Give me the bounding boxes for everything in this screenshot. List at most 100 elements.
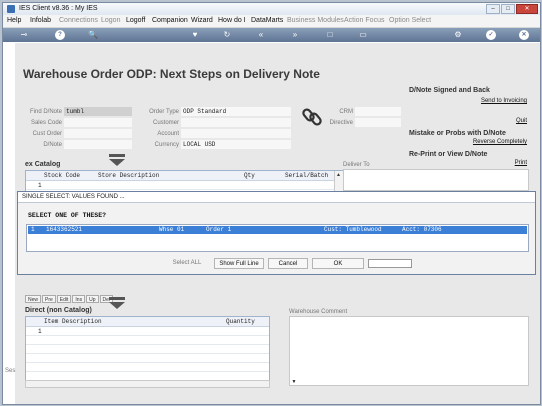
warehouse-comment-field[interactable] xyxy=(289,316,529,386)
table-row[interactable] xyxy=(26,345,269,354)
menu-infolab[interactable]: Infolab xyxy=(30,17,51,24)
col-serial-batch: Serial/Batch xyxy=(285,172,329,179)
key-icon[interactable]: ⊸ xyxy=(15,29,33,41)
find-dnote-label: Find D/Note xyxy=(29,109,62,115)
maximize-button[interactable]: □ xyxy=(501,4,515,14)
minimize-button[interactable]: – xyxy=(486,4,500,14)
customer-label: Customer xyxy=(152,120,179,126)
deliver-to-label: Deliver To xyxy=(343,162,370,168)
print-link[interactable]: Print xyxy=(443,160,527,166)
order-type-field[interactable]: ODP Standard xyxy=(181,107,291,116)
col-stock-code: Stock Code xyxy=(44,172,81,179)
select-all-button[interactable]: Select ALL xyxy=(164,258,210,269)
currency-field[interactable]: LOCAL USD xyxy=(181,140,291,149)
close-icon[interactable]: ✕ xyxy=(519,30,529,40)
ex-catalog-grid: Stock Code Store Description Qty Serial/… xyxy=(25,170,344,192)
send-to-invoicing-link[interactable]: Send to Invoicing xyxy=(443,98,527,104)
direct-grid: Item Description Quantity 1 xyxy=(25,316,270,388)
dnote-label: D/Note xyxy=(43,142,62,148)
mistake-heading: Mistake or Probs with D/Note xyxy=(409,130,506,137)
close-button[interactable]: ✕ xyxy=(516,4,538,14)
dialog-input[interactable] xyxy=(368,259,412,268)
ex-catalog-scrollbar[interactable]: ▲ xyxy=(334,171,343,191)
account-label: Account xyxy=(157,131,179,137)
menu-help[interactable]: Help xyxy=(7,17,21,24)
side-label: Ses xyxy=(5,368,16,374)
reverse-completely-link[interactable]: Reverse Completely xyxy=(443,139,527,145)
tab-ins[interactable]: Ins xyxy=(72,295,86,303)
refresh-icon[interactable]: ↻ xyxy=(221,29,233,41)
link-icon[interactable] xyxy=(302,107,322,127)
table-row[interactable] xyxy=(26,354,269,363)
menu-connections[interactable]: Connections xyxy=(59,17,98,24)
menu-option-select[interactable]: Option Select xyxy=(389,17,431,24)
dnote-field[interactable] xyxy=(64,140,132,149)
find-dnote-field[interactable]: tumbl xyxy=(64,107,132,116)
document-icon[interactable]: ▭ xyxy=(357,29,369,41)
currency-label: Currency xyxy=(154,142,179,148)
tab-edit[interactable]: Edit xyxy=(56,295,72,303)
sales-code-label: Sales Code xyxy=(30,120,62,126)
menu-logon[interactable]: Logon xyxy=(101,17,120,24)
ok-icon[interactable]: ✓ xyxy=(486,30,496,40)
help-icon[interactable]: ? xyxy=(55,30,65,40)
deliver-to-field[interactable] xyxy=(343,169,529,191)
crm-field[interactable] xyxy=(355,107,401,116)
search-icon[interactable]: 🔍 xyxy=(87,29,99,41)
row-num: 1 xyxy=(31,226,35,233)
tab-pre[interactable]: Pre xyxy=(42,295,56,303)
row-order: Order 1 xyxy=(206,226,232,233)
row-whse: Whse 01 xyxy=(159,226,185,233)
col-qty: Qty xyxy=(244,172,255,179)
list-item[interactable]: 1 1643362521 Whse 01 Order 1 Cust: Tumbl… xyxy=(28,226,527,234)
customer-field[interactable] xyxy=(181,118,291,127)
menu-companion[interactable]: Companion xyxy=(152,17,188,24)
app-window: IES Client v8.36 : My IES – □ ✕ Help Inf… xyxy=(2,2,541,405)
comment-scrollbar[interactable]: ▼ xyxy=(289,378,299,386)
quit-link[interactable]: Quit xyxy=(443,118,527,124)
tab-up[interactable]: Up xyxy=(86,295,99,303)
menu-business-modules[interactable]: Business Modules xyxy=(287,17,344,24)
menu-bar: Help Infolab Connections Logon Logoff Co… xyxy=(3,15,540,28)
row-number: 1 xyxy=(38,182,42,189)
table-row[interactable]: 1 xyxy=(26,181,343,190)
show-full-line-button[interactable]: Show Full Line xyxy=(214,258,264,269)
col-store-description: Store Description xyxy=(98,172,160,179)
tab-new[interactable]: New xyxy=(25,295,42,303)
menu-logoff[interactable]: Logoff xyxy=(126,17,145,24)
directive-label: Directive xyxy=(329,120,353,126)
direct-heading: Direct (non Catalog) xyxy=(25,307,92,314)
order-type-label: Order Type xyxy=(149,109,179,115)
row-action-tabs: New Pre Edit Ins Up Del xyxy=(25,295,114,303)
scroll-up-icon[interactable]: ▲ xyxy=(335,171,342,179)
back-icon[interactable]: « xyxy=(255,29,267,41)
single-select-dialog: SINGLE SELECT: VALUES FOUND ... SELECT O… xyxy=(17,191,536,275)
col-quantity: Quantity xyxy=(226,318,255,325)
table-row[interactable] xyxy=(26,363,269,372)
app-icon xyxy=(7,5,15,13)
menu-wizard[interactable]: Wizard xyxy=(191,17,213,24)
window-title: IES Client v8.36 : My IES xyxy=(19,5,98,12)
ok-button[interactable]: OK xyxy=(312,258,364,269)
favorite-icon[interactable]: ♥ xyxy=(189,29,201,41)
cancel-button[interactable]: Cancel xyxy=(268,258,308,269)
account-field[interactable] xyxy=(181,129,291,138)
direct-hscroll[interactable] xyxy=(25,380,270,388)
directive-field[interactable] xyxy=(355,118,401,127)
reprint-heading: Re-Print or View D/Note xyxy=(409,151,488,158)
gear-icon[interactable]: ⚙ xyxy=(452,29,464,41)
menu-datamarts[interactable]: DataMarts xyxy=(251,17,283,24)
sales-code-field[interactable] xyxy=(64,118,132,127)
warehouse-comment-label: Warehouse Comment xyxy=(289,309,348,315)
dialog-title: SINGLE SELECT: VALUES FOUND ... xyxy=(18,192,535,203)
menu-how-do-i[interactable]: How do I xyxy=(218,17,246,24)
title-bar: IES Client v8.36 : My IES – □ ✕ xyxy=(3,3,540,15)
forward-icon[interactable]: » xyxy=(289,29,301,41)
menu-action-focus[interactable]: Action Focus xyxy=(344,17,384,24)
row-cust: Cust: Tumblewood xyxy=(324,226,382,233)
ex-catalog-heading: ex Catalog xyxy=(25,161,61,168)
table-row[interactable]: 1 xyxy=(26,327,269,336)
cust-order-field[interactable] xyxy=(64,129,132,138)
square-icon[interactable]: □ xyxy=(324,29,336,41)
table-row[interactable] xyxy=(26,336,269,345)
